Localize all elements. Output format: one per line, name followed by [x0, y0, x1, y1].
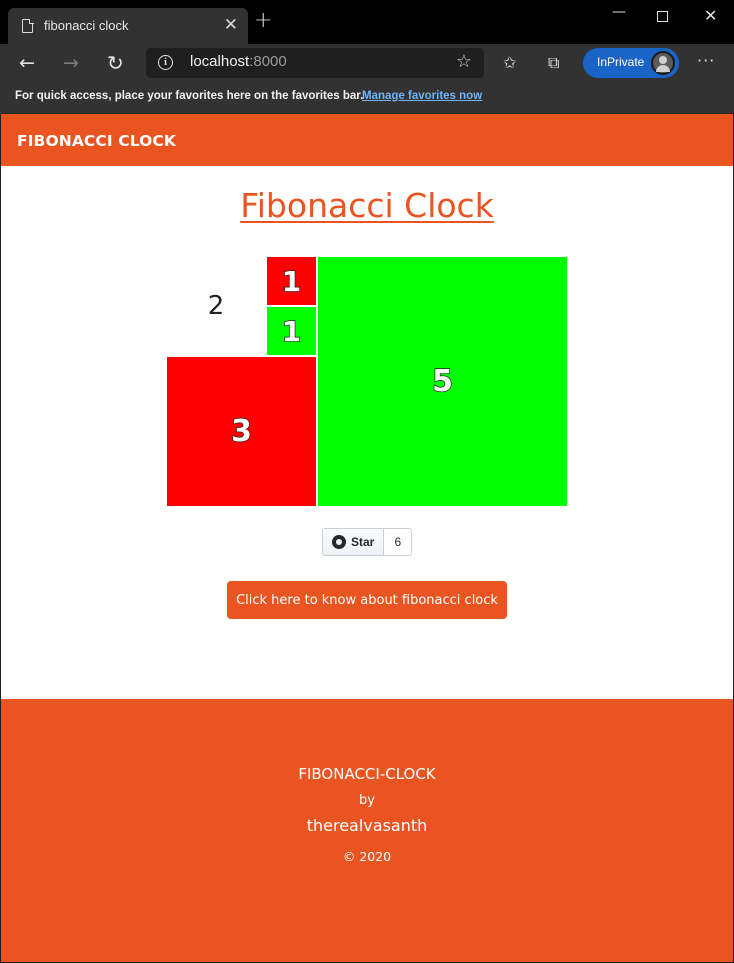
square-label: 2	[207, 291, 225, 321]
footer-project-name: FIBONACCI-CLOCK	[298, 765, 436, 783]
refresh-icon[interactable]: ↻	[107, 52, 124, 74]
more-options-icon[interactable]: ···	[697, 51, 715, 70]
site-brand[interactable]: FIBONACCI CLOCK	[17, 132, 176, 150]
new-tab-icon[interactable]: +	[254, 10, 272, 32]
site-header: FIBONACCI CLOCK	[1, 114, 733, 166]
inprivate-button[interactable]: InPrivate	[583, 48, 679, 78]
github-star-button[interactable]: Star	[322, 528, 385, 556]
site-footer: FIBONACCI-CLOCK by therealvasanth © 2020	[1, 699, 733, 962]
github-star-count[interactable]: 6	[384, 528, 413, 556]
url-text: localhost:8000	[190, 53, 287, 70]
favorites-icon[interactable]: ✩	[503, 53, 516, 72]
tab-title: fibonacci clock	[44, 18, 129, 33]
square-label: 3	[230, 413, 252, 449]
square-1-bottom: 1	[267, 307, 316, 355]
back-icon[interactable]: ←	[19, 52, 35, 74]
favorites-message: For quick access, place your favorites h…	[15, 90, 364, 102]
url-host: localhost	[190, 53, 250, 70]
page-content: FIBONACCI CLOCK Fibonacci Clock 2 1 1 3 …	[1, 114, 733, 962]
favorites-bar: For quick access, place your favorites h…	[0, 84, 734, 114]
browser-tab-strip: fibonacci clock ✕ + — ✕	[0, 0, 734, 44]
square-3: 3	[167, 357, 316, 506]
browser-tab[interactable]: fibonacci clock ✕	[8, 8, 248, 44]
footer-author[interactable]: therealvasanth	[1, 816, 733, 835]
footer-copyright: © 2020	[342, 849, 392, 864]
square-label: 1	[281, 264, 302, 298]
page-icon	[22, 18, 34, 33]
square-5: 5	[318, 257, 567, 506]
fibonacci-clock: 2 1 1 3 5	[167, 257, 567, 506]
github-icon	[332, 535, 346, 549]
close-window-icon[interactable]: ✕	[704, 6, 717, 25]
maximize-icon[interactable]	[657, 11, 668, 22]
page-title[interactable]: Fibonacci Clock	[1, 186, 733, 225]
square-2: 2	[167, 257, 265, 355]
minimize-icon[interactable]: —	[612, 4, 626, 20]
square-1-top: 1	[267, 257, 316, 305]
favorite-star-icon[interactable]: ☆	[456, 51, 472, 72]
close-tab-icon[interactable]: ✕	[224, 15, 238, 35]
about-fibonacci-clock-button[interactable]: Click here to know about fibonacci clock	[227, 581, 507, 619]
inprivate-label: InPrivate	[597, 55, 645, 69]
forward-icon[interactable]: →	[63, 52, 79, 74]
collections-icon[interactable]: ⧉	[548, 53, 559, 73]
address-bar[interactable]: i localhost:8000 ☆	[146, 48, 484, 78]
square-label: 1	[281, 314, 302, 348]
site-info-icon[interactable]: i	[158, 55, 173, 70]
manage-favorites-link[interactable]: Manage favorites now	[362, 90, 482, 102]
url-port: :8000	[249, 53, 287, 70]
square-label: 5	[431, 363, 453, 399]
github-star-label: Star	[351, 535, 375, 549]
footer-by: by	[359, 793, 375, 808]
github-star-widget: Star 6	[322, 528, 413, 556]
avatar-icon	[651, 51, 675, 75]
browser-toolbar: ← → ↻ i localhost:8000 ☆ ✩ ⧉ InPrivate ·…	[0, 44, 734, 84]
